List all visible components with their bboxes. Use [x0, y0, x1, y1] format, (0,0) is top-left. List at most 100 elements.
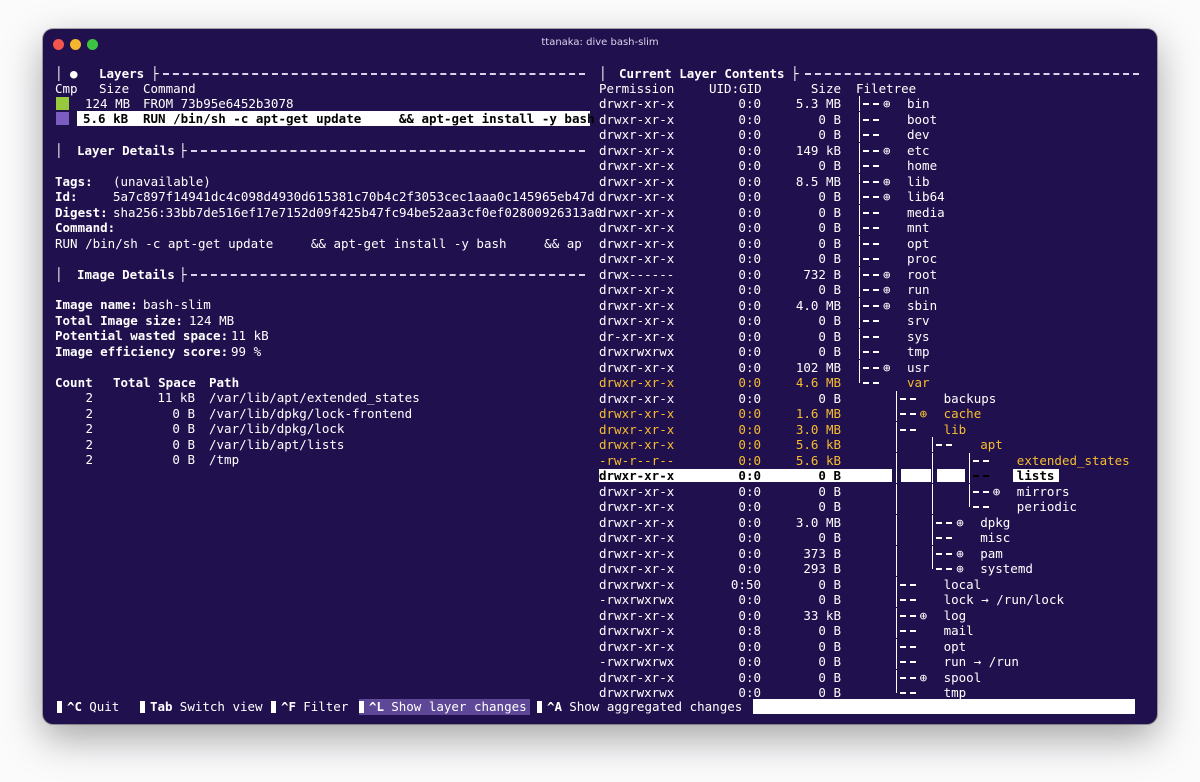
tree-row[interactable]: -rwxrwxrwx 0:0 0 Brun → /run: [599, 654, 1139, 669]
footer-key-quit[interactable]: ^C Quit: [57, 699, 127, 715]
tree-row[interactable]: drwxr-xr-x 0:0 0 Bopt: [599, 638, 1139, 654]
tree-branch: [895, 592, 897, 607]
command-value: RUN /bin/sh -c apt-get update && apt-get…: [55, 236, 583, 251]
tree-guide: [895, 530, 897, 545]
expand-icon[interactable]: ⊕: [883, 298, 891, 313]
tree-row[interactable]: drwxr-xr-x 0:0 0 Bhome: [599, 158, 1139, 173]
expand-icon[interactable]: ⊕: [883, 143, 891, 158]
tree-row[interactable]: drwxr-xr-x 0:0 102 MB ⊕ usr: [599, 359, 1139, 375]
tree-row[interactable]: drwxr-xr-x 0:0 5.6 kB apt: [599, 437, 1139, 452]
tree-row[interactable]: drwxr-xr-x 0:0 0 Bsrv: [599, 313, 1139, 328]
tree-row[interactable]: drwxr-xr-x 0:0 3.0 MB ⊕ dpkg: [599, 514, 1139, 530]
expand-icon[interactable]: ⊕: [883, 96, 891, 111]
tree-node-name: dpkg: [980, 514, 1011, 530]
tree-branch: [859, 235, 860, 251]
footer-key-switch-view[interactable]: Tab Switch view: [140, 699, 263, 715]
tree-row[interactable]: drwxr-xr-x 0:0 0 Bmisc: [599, 530, 1139, 545]
tree-row[interactable]: drwxr-xr-x 0:0 1.6 MB ⊕ cache: [599, 406, 1139, 421]
tree-connector: [863, 289, 879, 291]
wasted-space-line: Potential wasted space: 11 kB: [55, 328, 269, 343]
tree-guide: [932, 468, 934, 483]
expand-icon[interactable]: ⊕: [883, 360, 891, 375]
tree-guide: [932, 452, 934, 468]
tree-guide: [895, 468, 897, 483]
tree-node-name: tmp: [943, 685, 967, 700]
tree-row[interactable]: -rwxrwxrwx 0:0 0 Block → /run/lock: [599, 592, 1139, 607]
tree-row[interactable]: drwxr-xr-x 0:0 4.0 MB ⊕ sbin: [599, 297, 1139, 313]
tree-row[interactable]: drwxr-xr-x 0:0 0 Bdev: [599, 127, 1139, 142]
tree-connector: [863, 134, 879, 136]
image-details-header: │ Image Details ├: [55, 267, 585, 282]
tree-row[interactable]: drwxr-xr-x 0:0 149 kB ⊕ etc: [599, 142, 1139, 158]
tree-row[interactable]: drwxr-xr-x 0:0 0 Bboot: [599, 111, 1139, 127]
layers-pane-header[interactable]: │ ● Layers ├: [55, 66, 585, 81]
tree-row[interactable]: drwxr-xr-x 0:0 8.5 MB ⊕ lib: [599, 173, 1139, 189]
tree-connector: [863, 149, 879, 152]
tree-connector: [899, 645, 916, 648]
id-line: Id: 5a7c897f14941dc4c098d4930d615381c70b…: [55, 189, 595, 204]
expand-icon[interactable]: ⊕: [956, 515, 964, 530]
tree-row[interactable]: drwxrwxr-x 0:50 0 Blocal: [599, 576, 1139, 592]
image-size-line: Total Image size: 124 MB: [55, 313, 235, 328]
tree-row[interactable]: drwxr-xr-x 0:0 0 B ⊕ spool: [599, 669, 1139, 685]
tree-branch: [895, 685, 897, 693]
expand-icon[interactable]: ⊕: [920, 670, 928, 685]
wasted-file-row: 20 B/tmp: [85, 452, 240, 467]
layer-row-selected[interactable]: 5.6 kB RUN /bin/sh -c apt-get update && …: [55, 111, 595, 126]
tree-connector: [899, 676, 916, 679]
tree-row[interactable]: drwxr-xr-x 0:0 3.0 MB lib: [599, 421, 1139, 437]
expand-icon[interactable]: ⊕: [956, 561, 964, 576]
footer-key-show-aggregated-changes[interactable]: ^A Show aggregated changes: [537, 699, 743, 715]
tree-node-name: proc: [907, 251, 938, 266]
tree-node-name: run → /run: [943, 654, 1019, 669]
tree-branch: [859, 189, 860, 204]
tree-node-name: local: [943, 576, 982, 592]
tree-row[interactable]: drwxr-xr-x 0:0 293 B ⊕ systemd: [599, 561, 1139, 576]
tree-branch: [859, 96, 860, 111]
filter-input[interactable]: [753, 699, 1135, 714]
tree-row[interactable]: drwxr-xr-x 0:0 0 Bbackups: [599, 390, 1139, 406]
expand-icon[interactable]: ⊕: [956, 546, 964, 561]
tree-branch: [932, 437, 934, 452]
tree-row[interactable]: drwxrwxrwx 0:0 0 Btmp: [599, 344, 1139, 359]
tree-row[interactable]: drwxr-xr-x 0:0 0 Bmedia: [599, 204, 1139, 220]
expand-icon[interactable]: ⊕: [993, 484, 1001, 499]
tree-row[interactable]: drwxr-xr-x 0:0 373 B ⊕ pam: [599, 545, 1139, 561]
expand-icon[interactable]: ⊕: [920, 608, 928, 623]
command-label: Command:: [55, 220, 116, 235]
tree-row[interactable]: drwxr-xr-x 0:0 0 B ⊕ run: [599, 282, 1139, 297]
expand-icon[interactable]: ⊕: [920, 406, 928, 421]
tree-connector: [899, 397, 916, 400]
tree-row[interactable]: drwxr-xr-x 0:0 0 B ⊕ lib64: [599, 189, 1139, 204]
tree-row-selected[interactable]: drwxr-xr-x 0:0 0 Blists: [599, 468, 1139, 483]
expand-icon[interactable]: ⊕: [883, 267, 891, 282]
expand-icon[interactable]: ⊕: [883, 189, 891, 204]
tree-connector: [936, 568, 953, 570]
tree-row[interactable]: drwxr-xr-x 0:0 0 Bperiodic: [599, 499, 1139, 514]
layer-row[interactable]: 124 MB FROM 73b95e6452b3078: [55, 96, 585, 111]
tree-row[interactable]: drwxr-xr-x 0:0 5.3 MB ⊕ bin: [599, 96, 1139, 111]
tree-row[interactable]: -rw-r--r-- 0:0 5.6 kB extended_states: [599, 452, 1139, 468]
expand-icon[interactable]: ⊕: [883, 282, 891, 297]
tree-branch: [859, 142, 860, 158]
tree-branch: [859, 375, 860, 383]
tree-row[interactable]: drwxr-xr-x 0:0 0 Bopt: [599, 235, 1139, 251]
tree-row[interactable]: drwxrwxrwx 0:0 0 Btmp: [599, 685, 1139, 700]
tree-node-name: lock → /run/lock: [943, 592, 1065, 607]
tree-row[interactable]: drwxr-xr-x 0:0 0 B ⊕ mirrors: [599, 483, 1139, 499]
expand-icon[interactable]: ⊕: [883, 174, 891, 189]
footer-key-show-layer-changes[interactable]: ^L Show layer changes: [359, 699, 530, 715]
tree-connector: [863, 351, 879, 353]
tree-row[interactable]: drwxrwxr-x 0:8 0 Bmail: [599, 623, 1139, 638]
tree-row[interactable]: drwxr-xr-x 0:0 4.6 MB var: [599, 375, 1139, 390]
tree-row[interactable]: dr-xr-xr-x 0:0 0 Bsys: [599, 328, 1139, 344]
tree-row[interactable]: drwxr-xr-x 0:0 0 Bproc: [599, 251, 1139, 266]
footer-key-filter[interactable]: ^F Filter: [271, 699, 355, 715]
tree-branch: [859, 251, 860, 266]
tree-connector: [899, 661, 916, 663]
tree-row[interactable]: drwx------ 0:0 732 B ⊕ root: [599, 266, 1139, 282]
contents-pane-header[interactable]: │ Current Layer Contents ├: [599, 66, 1139, 81]
tree-row[interactable]: drwxr-xr-x 0:0 33 kB ⊕ log: [599, 607, 1139, 623]
tree-node-name: lib: [943, 421, 967, 437]
tree-row[interactable]: drwxr-xr-x 0:0 0 Bmnt: [599, 220, 1139, 235]
